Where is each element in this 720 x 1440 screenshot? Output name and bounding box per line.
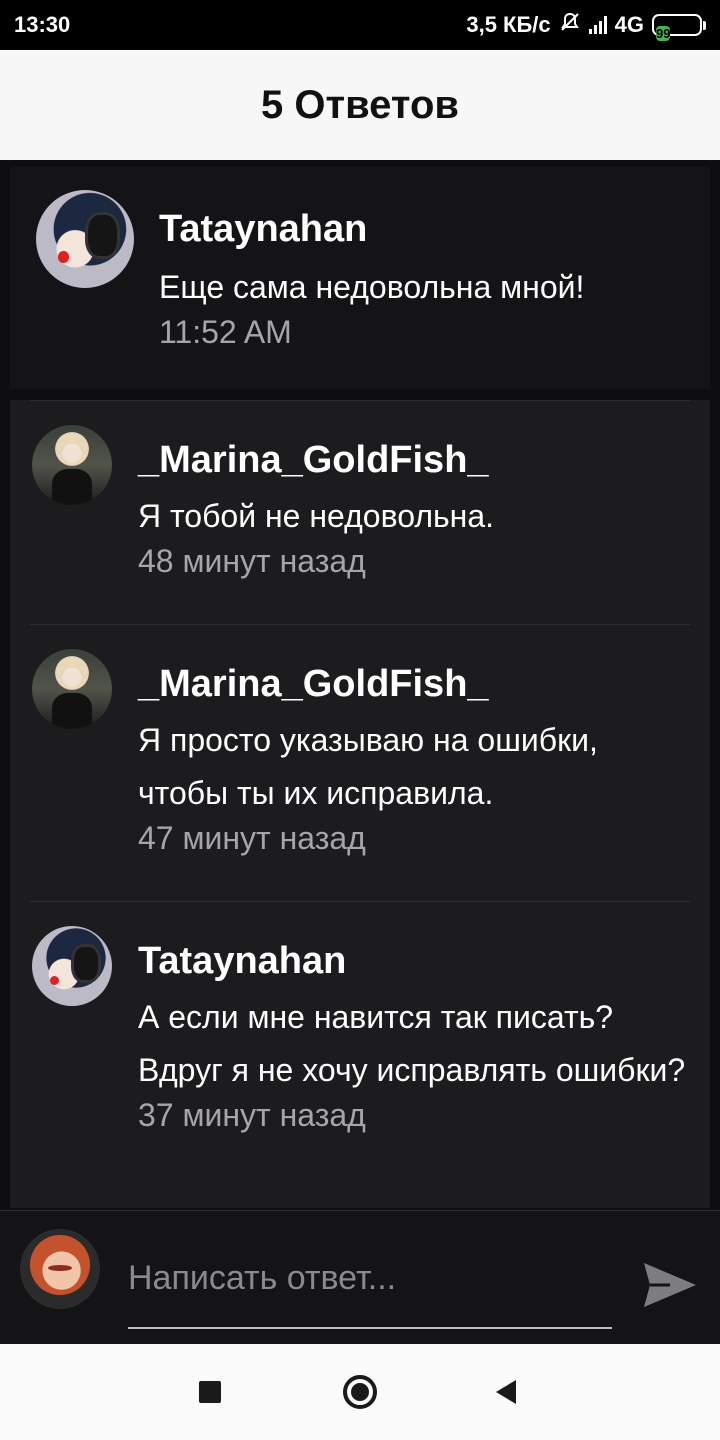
status-time: 13:30 [14,12,71,37]
reply-item[interactable]: _Marina_GoldFish_ Я просто указываю на о… [30,624,690,901]
reply-time: 47 минут назад [138,820,366,856]
reply-text: Я тобой не недовольна. [138,498,495,534]
comment-text: Еще сама недовольна мной! [159,269,585,305]
send-icon[interactable] [640,1255,700,1315]
net-speed: 3,5 КБ/с [466,12,551,37]
home-button[interactable] [340,1372,380,1412]
status-bar: 13:30 3,5 КБ/с 4G 99 [0,0,720,50]
reply-input-bar: Написать ответ... [0,1210,720,1344]
back-button[interactable] [486,1372,526,1412]
original-comment-card: Tataynahan Еще сама недовольна мной! 11:… [10,166,710,389]
recent-apps-button[interactable] [190,1372,230,1412]
avatar[interactable] [32,425,112,505]
reply-time: 48 минут назад [138,543,366,579]
avatar[interactable] [32,926,112,1006]
reply-author[interactable]: Tataynahan [138,940,690,983]
reply-text: А если мне навится так писать? Вдруг я н… [138,999,686,1088]
reply-author[interactable]: _Marina_GoldFish_ [138,439,690,482]
avatar[interactable] [32,649,112,729]
battery-level: 99 [656,26,671,41]
reply-item[interactable]: _Marina_GoldFish_ Я тобой не недовольна.… [30,400,690,624]
replies-list[interactable]: _Marina_GoldFish_ Я тобой не недовольна.… [10,400,710,1208]
page-header: 5 Ответов [0,50,720,160]
reply-time: 37 минут назад [138,1097,366,1133]
battery-icon: 99 [652,14,706,41]
signal-icon [588,16,607,34]
bell-off-icon [559,11,581,39]
reply-input[interactable]: Написать ответ... [128,1243,612,1329]
user-avatar[interactable] [20,1229,100,1309]
system-nav-bar [0,1344,720,1440]
comment-time: 11:52 AM [159,314,292,350]
comment-author[interactable]: Tataynahan [159,208,584,251]
status-right: 3,5 КБ/с 4G 99 [466,11,706,41]
network-type: 4G [614,12,644,37]
reply-text: Я просто указываю на ошибки, чтобы ты их… [138,722,598,811]
reply-author[interactable]: _Marina_GoldFish_ [138,663,690,706]
avatar[interactable] [36,190,134,288]
page-title: 5 Ответов [261,82,459,127]
reply-item[interactable]: Tataynahan А если мне навится так писать… [30,901,690,1208]
